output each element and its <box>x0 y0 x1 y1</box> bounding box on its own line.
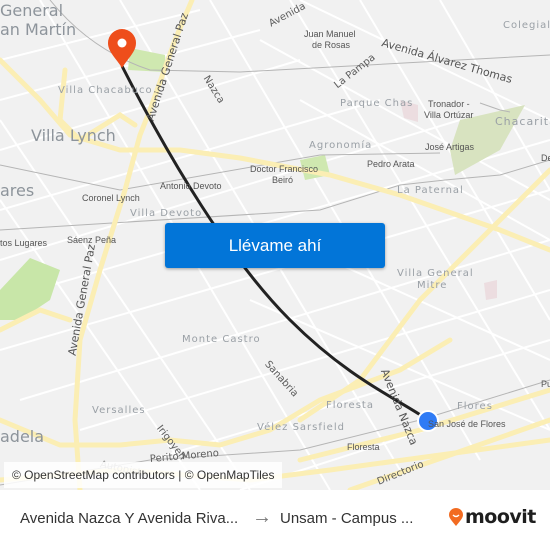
label-santos-lugares: tos Lugares <box>0 238 48 248</box>
label-villa-chacabuco: Villa Chacabuco <box>58 85 153 96</box>
label-velez-sarsfield: Vélez Sarsfield <box>257 422 345 433</box>
label-parque-chas: Parque Chas <box>340 98 414 109</box>
map-attribution[interactable]: © OpenStreetMap contributors | © OpenMap… <box>4 462 283 488</box>
label-floresta-station: Floresta <box>347 442 380 452</box>
label-chacarita: Chacarita <box>495 115 550 128</box>
label-general-san-martin: an Martín <box>0 20 77 39</box>
label-ciudadela: adela <box>0 427 45 446</box>
label-villa-general-mitre: Villa General <box>397 268 474 279</box>
area <box>484 280 497 300</box>
label-doctor-francisco-beiro: Beiró <box>272 175 294 185</box>
label-monte-castro: Monte Castro <box>182 334 261 345</box>
take-me-there-button[interactable]: Llévame ahí <box>165 223 385 268</box>
label-tronador-villa-ortuzar: Villa Ortúzar <box>424 110 474 120</box>
label-floresta: Floresta <box>326 400 374 411</box>
label-agronomia: Agronomía <box>309 140 373 151</box>
label-tronador-villa-ortuzar: Tronador - <box>428 99 470 109</box>
label-jose-artigas: José Artigas <box>425 142 475 152</box>
label-pu: Pu <box>541 379 550 389</box>
label-ares: ares <box>0 181 35 200</box>
label-coronel-lynch: Coronel Lynch <box>82 193 140 203</box>
moovit-logo[interactable]: moovit <box>449 506 536 528</box>
footer: Avenida Nazca Y Avenida Riva... → Unsam … <box>0 490 550 550</box>
label-juan-manuel-de-rosas: de Rosas <box>312 40 351 50</box>
park <box>0 258 60 320</box>
label-juan-manuel-de-rosas: Juan Manuel <box>304 29 356 39</box>
destination-name: Unsam - Campus ... <box>280 510 414 527</box>
label-villa-lynch: Villa Lynch <box>31 126 116 145</box>
label-colegiales: Colegiale <box>503 20 550 31</box>
label-flores: Flores <box>457 401 493 412</box>
arrow-right-icon: → <box>252 506 272 528</box>
moovit-pin-icon <box>449 508 463 526</box>
label-antonio-devoto: Antonio Devoto <box>160 181 222 191</box>
label-saenz-pena: Sáenz Peña <box>67 235 117 245</box>
label-de: De <box>541 153 550 163</box>
label-general-san-martin: General <box>0 1 64 20</box>
label-versalles: Versalles <box>92 405 146 416</box>
label-villa-devoto: Villa Devoto <box>130 208 203 219</box>
label-villa-general-mitre: Mitre <box>417 280 448 291</box>
origin-name: Avenida Nazca Y Avenida Riva... <box>20 510 239 527</box>
label-la-paternal: La Paternal <box>397 185 464 196</box>
label-doctor-francisco-beiro: Doctor Francisco <box>250 164 319 174</box>
label-san-jose-de-flores: San José de Flores <box>428 419 506 429</box>
moovit-wordmark: moovit <box>465 506 536 528</box>
map[interactable]: General an Martín Villa Chacabuco Villa … <box>0 0 550 490</box>
label-pedro-arata: Pedro Arata <box>367 159 415 169</box>
